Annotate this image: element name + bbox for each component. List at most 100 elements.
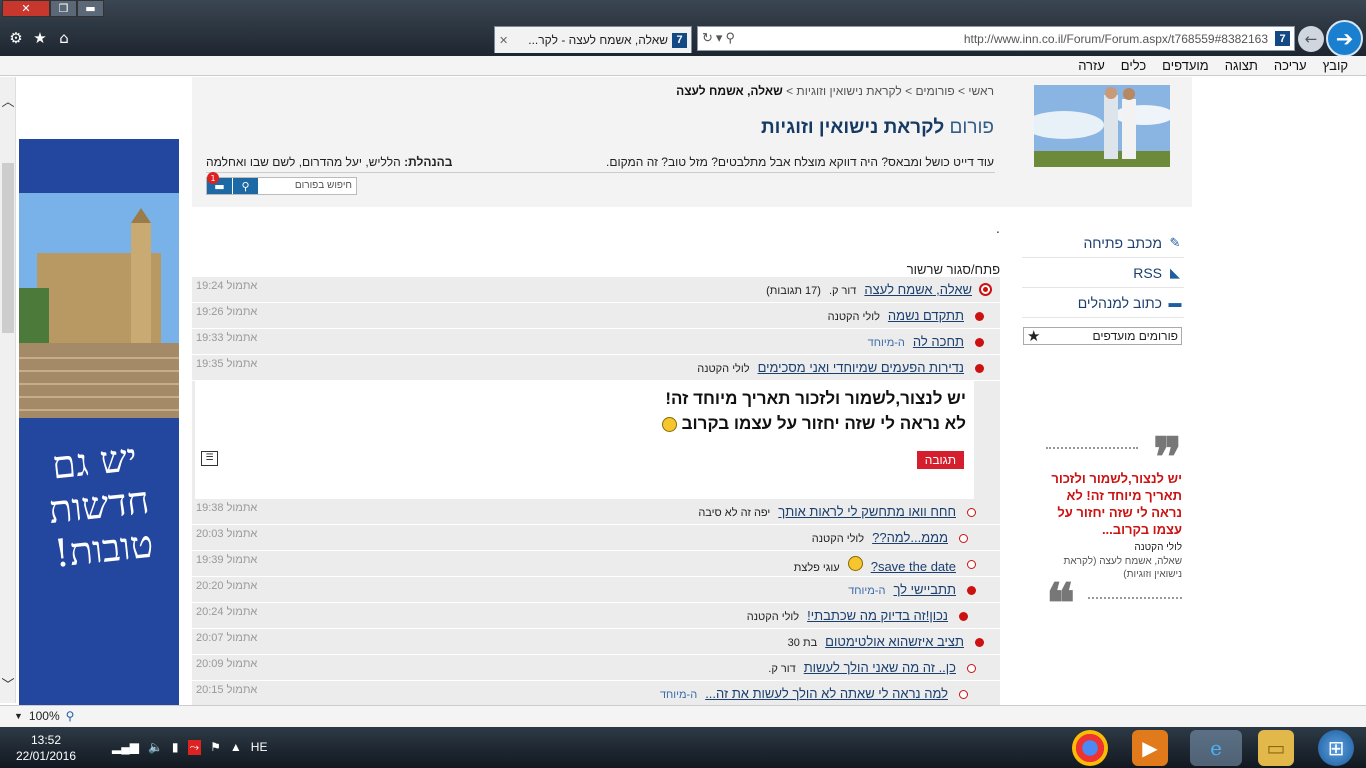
url-text[interactable]: http://www.inn.co.il/Forum/Forum.aspx/t7… (964, 32, 1268, 46)
post-title-link[interactable]: תתביישי לך (893, 582, 956, 597)
post-author[interactable]: לולי הקטנה (812, 533, 864, 545)
favorite-forums-select[interactable]: פורומים מועדפים ★ (1023, 327, 1182, 345)
quote-text[interactable]: יש לנצור,לשמור ולזכור תאריך מיוחד זה! לא… (1038, 470, 1182, 538)
post-title-link[interactable]: מממ...למה?? (872, 530, 948, 545)
thread-row[interactable]: חחח וואו מתחשק לי לראות אותך יפה זה לא סי… (192, 499, 1000, 525)
clock-time: 13:52 (30, 733, 62, 747)
post-author[interactable]: ה-מיוחד (868, 337, 905, 349)
volume-icon[interactable]: 🔈 (148, 740, 163, 755)
ad-banner[interactable]: יש גם חדשות טובות! (19, 139, 179, 705)
address-bar[interactable]: ↻ ▾ ⚲ http://www.inn.co.il/Forum/Forum.a… (697, 26, 1295, 51)
post-author[interactable]: דור ק. (829, 285, 856, 297)
menu-view[interactable]: תצוגה (1225, 58, 1258, 73)
post-title-link[interactable]: למה נראה לי שאתה לא הולך לעשות את זה... (705, 686, 948, 701)
reply-button[interactable]: תגובה (916, 451, 964, 469)
forum-search-input[interactable]: ▬ ⚲ חיפוש בפורום (206, 177, 357, 195)
refresh-icon[interactable]: ↻ (702, 30, 713, 46)
page-scrollbar[interactable]: ︿ ﹀ (0, 77, 16, 703)
language-indicator[interactable]: HE (251, 740, 268, 755)
post-author[interactable]: עוגי פלצת (794, 562, 840, 574)
thread-row[interactable]: למה נראה לי שאתה לא הולך לעשות את זה... ה… (192, 681, 1000, 707)
thread-row[interactable]: שאלה, אשמח לעצה דור ק. (17 תגובות) אתמול 19… (192, 277, 1000, 303)
thread-row[interactable]: מממ...למה?? לולי הקטנה אתמול 20:03 (192, 525, 1000, 551)
post-title-link[interactable]: נכון!זה בדיוק מה שכתבתי! (807, 608, 948, 623)
post-title-link[interactable]: תתקדם נשמה (888, 308, 964, 323)
app-tray-icon[interactable]: ⤳ (187, 740, 202, 755)
tab-close-icon[interactable]: ✕ (499, 34, 508, 47)
forum-name[interactable]: לקראת נישואין וזוגיות (761, 117, 944, 138)
post-author[interactable]: ה-מיוחד (660, 689, 697, 701)
star-icon[interactable]: ★ (31, 29, 49, 47)
post-title-link[interactable]: כן.. זה מה שאני הולך לעשות (804, 660, 956, 675)
home-icon[interactable]: ⌂ (55, 29, 73, 47)
sidebar-link-contact[interactable]: ▬ כתוב למנהלים (1022, 288, 1184, 318)
internet-explorer-icon[interactable]: e (1190, 730, 1242, 766)
sidebar-link-label: כתוב למנהלים (1077, 294, 1162, 311)
message-line-2: לא נראה לי שזה יחזור על עצמו בקרוב (661, 414, 966, 434)
zoom-icon[interactable]: ⚲ (66, 709, 75, 723)
zoom-dropdown-icon[interactable]: ▼ (14, 711, 23, 723)
post-title-link[interactable]: תציב איזשהוא אולטימטום (825, 634, 964, 649)
chrome-icon[interactable] (1072, 730, 1108, 766)
thread-row[interactable]: תחכה לה ה-מיוחד אתמול 19:33 (192, 329, 1000, 355)
start-button[interactable]: ⊞ (1318, 730, 1354, 766)
thread-row[interactable]: תציב איזשהוא אולטימטום בת 30 אתמול 20:07 (192, 629, 1000, 655)
thread-row[interactable]: כן.. זה מה שאני הולך לעשות דור ק. אתמול 20… (192, 655, 1000, 681)
search-icon[interactable]: ⚲ (725, 30, 735, 46)
scroll-thumb[interactable] (2, 163, 14, 333)
list-icon[interactable]: ☰ (201, 451, 218, 466)
post-title-link[interactable]: שאלה, אשמח לעצה (864, 282, 972, 297)
window-restore-button[interactable]: ❐ (50, 0, 77, 17)
post-title-link[interactable]: save the date? (871, 559, 956, 574)
post-title-link[interactable]: תחכה לה (913, 334, 964, 349)
post-author[interactable]: בת 30 (788, 637, 818, 649)
post-time: אתמול 19:39 (196, 554, 258, 566)
thread-row[interactable]: save the date? עוגי פלצת אתמול 19:39 (192, 551, 1000, 577)
post-author[interactable]: יפה זה לא סיבה (698, 507, 770, 519)
search-icon[interactable]: ⚲ (233, 178, 259, 194)
breadcrumb-forums[interactable]: פורומים (915, 84, 954, 98)
thread-row[interactable]: תתקדם נשמה לולי הקטנה אתמול 19:26 (192, 303, 1000, 329)
post-status-icon (967, 560, 976, 569)
settings-icon[interactable]: ⚙ (7, 29, 25, 47)
featured-quote[interactable]: ❞ יש לנצור,לשמור ולזכור תאריך מיוחד זה! … (1038, 430, 1184, 630)
menu-favorites[interactable]: מועדפים (1162, 58, 1209, 73)
post-author[interactable]: דור ק. (768, 663, 795, 675)
zoom-control[interactable]: ▼ 100% ⚲ (14, 709, 74, 723)
menu-file[interactable]: קובץ (1323, 58, 1348, 73)
post-author[interactable]: לולי הקטנה (697, 363, 749, 375)
menu-tools[interactable]: כלים (1121, 58, 1146, 73)
signal-icon[interactable]: ▂▄▆ (112, 740, 139, 755)
battery-icon[interactable]: ▮ (172, 740, 179, 755)
forward-button[interactable]: ➔ (1326, 20, 1363, 57)
folder-icon[interactable]: ▭ (1258, 730, 1294, 766)
back-button[interactable]: ← (1298, 26, 1324, 52)
menu-edit[interactable]: עריכה (1274, 58, 1307, 73)
post-author[interactable]: ה-מיוחד (848, 585, 885, 597)
thread-row[interactable]: נדירות הפעמים שמיוחדי ואני מסכימים לולי ה… (192, 355, 1000, 381)
breadcrumb-forum[interactable]: לקראת נישואין וזוגיות (796, 84, 901, 98)
toggle-thread-link[interactable]: פתח/סגור שרשור (907, 262, 1000, 277)
menu-help[interactable]: עזרה (1078, 58, 1105, 73)
thread-row[interactable]: נכון!זה בדיוק מה שכתבתי! לולי הקטנה אתמול … (192, 603, 1000, 629)
post-title-link[interactable]: נדירות הפעמים שמיוחדי ואני מסכימים (758, 360, 964, 375)
window-close-button[interactable]: ✕ (2, 0, 50, 17)
breadcrumb-home[interactable]: ראשי (968, 84, 994, 98)
dropdown-icon[interactable]: ▾ (716, 30, 723, 46)
ad-photo (19, 193, 179, 418)
scroll-up-icon[interactable]: ︿ (0, 91, 16, 110)
media-player-icon[interactable]: ▶ (1132, 730, 1168, 766)
sidebar-link-opening[interactable]: ✎ מכתב פתיחה (1022, 228, 1184, 258)
tray-up-icon[interactable]: ▲ (230, 740, 242, 755)
taskbar-clock[interactable]: 13:52 22/01/2016 (14, 732, 78, 764)
scroll-down-icon[interactable]: ﹀ (0, 674, 16, 693)
post-title-link[interactable]: חחח וואו מתחשק לי לראות אותך (778, 504, 956, 519)
notification-badge[interactable]: 1 (207, 172, 219, 184)
sidebar-link-rss[interactable]: ◣ RSS (1022, 258, 1184, 288)
post-author[interactable]: לולי הקטנה (747, 611, 799, 623)
browser-tab[interactable]: 7 שאלה, אשמח לעצה - לקר... ✕ (494, 26, 692, 53)
post-author[interactable]: לולי הקטנה (828, 311, 880, 323)
window-minimize-button[interactable]: ▬ (77, 0, 104, 17)
thread-row[interactable]: תתביישי לך ה-מיוחד אתמול 20:20 (192, 577, 1000, 603)
flag-icon[interactable]: ⚑ (210, 740, 221, 755)
